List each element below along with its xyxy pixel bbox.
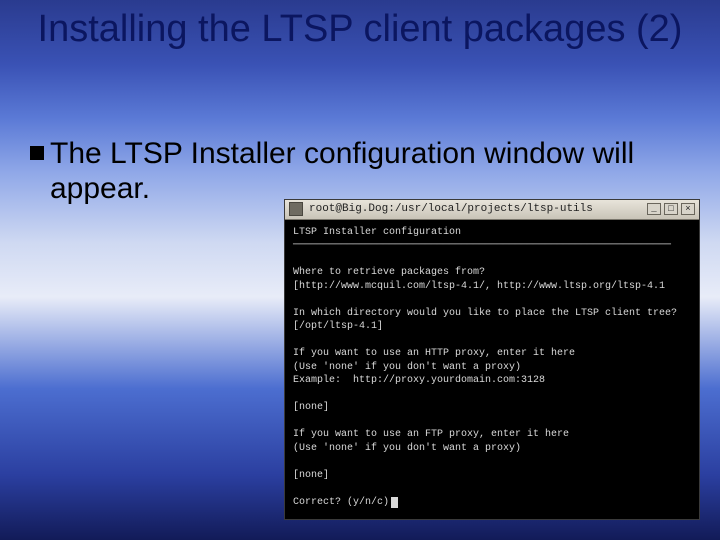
terminal-content: LTSP Installer configuration ───────────… [285, 220, 699, 520]
terminal-window: root@Big.Dog:/usr/local/projects/ltsp-ut… [284, 199, 700, 521]
console-line: [/opt/ltsp-4.1] [293, 321, 383, 332]
console-line: If you want to use an FTP proxy, enter i… [293, 429, 569, 440]
minimize-button[interactable]: _ [647, 203, 661, 215]
console-line: (Use 'none' if you don't want a proxy) [293, 443, 521, 454]
maximize-button[interactable]: □ [664, 203, 678, 215]
console-divider: ────────────────────────────────────────… [293, 240, 671, 251]
slide-title: Installing the LTSP client packages (2) [0, 8, 720, 52]
slide: Installing the LTSP client packages (2) … [0, 0, 720, 540]
console-line: [none] [293, 402, 329, 413]
bullet-item: The LTSP Installer configuration window … [30, 136, 690, 207]
console-line: [http://www.mcquil.com/ltsp-4.1/, http:/… [293, 281, 665, 292]
console-prompt: Correct? (y/n/c) [293, 497, 389, 508]
console-line: (Use 'none' if you don't want a proxy) [293, 362, 521, 373]
bullet-icon [30, 146, 44, 160]
console-line: Where to retrieve packages from? [293, 267, 485, 278]
console-line: [none] [293, 470, 329, 481]
window-icon [289, 202, 303, 216]
terminal-titlebar: root@Big.Dog:/usr/local/projects/ltsp-ut… [285, 200, 699, 220]
window-controls: _ □ × [647, 203, 695, 215]
console-line: If you want to use an HTTP proxy, enter … [293, 348, 575, 359]
close-button[interactable]: × [681, 203, 695, 215]
cursor-icon [391, 497, 398, 508]
console-line: In which directory would you like to pla… [293, 308, 677, 319]
console-line: Example: http://proxy.yourdomain.com:312… [293, 375, 545, 386]
terminal-title: root@Big.Dog:/usr/local/projects/ltsp-ut… [309, 203, 647, 215]
bullet-text: The LTSP Installer configuration window … [50, 136, 690, 207]
console-line: LTSP Installer configuration [293, 227, 461, 238]
